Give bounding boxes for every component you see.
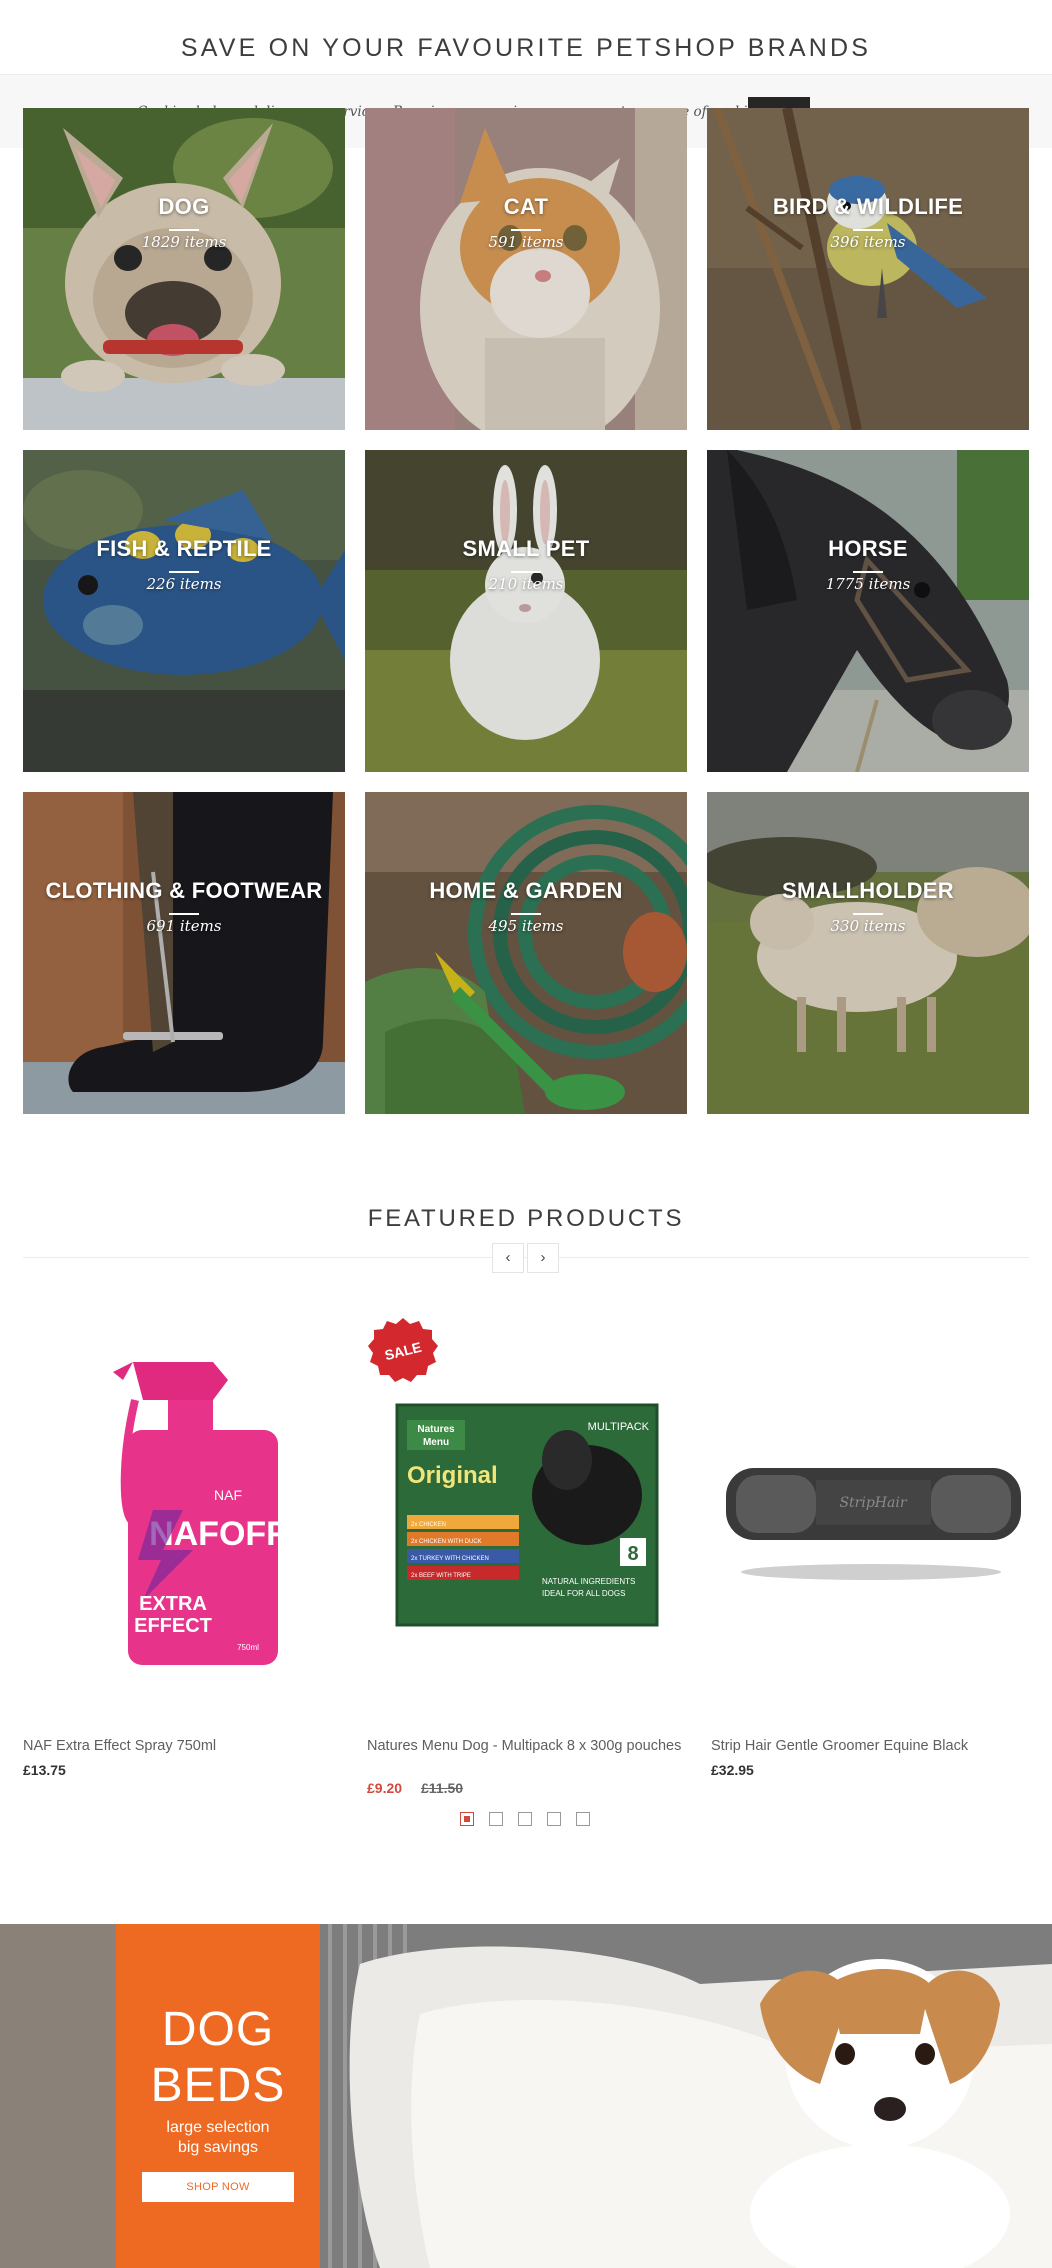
dog-beds-banner[interactable]: DOG BEDS large selection big savings SHO… xyxy=(0,1924,1052,2268)
banner-subtitle: big savings xyxy=(177,2139,259,2156)
category-separator xyxy=(169,229,199,231)
category-tile-cat[interactable]: CAT 591 items xyxy=(365,108,687,430)
svg-text:2x BEEF WITH TRIPE: 2x BEEF WITH TRIPE xyxy=(411,1573,471,1579)
category-tile-fish-reptile[interactable]: FISH & REPTILE 226 items xyxy=(23,450,345,772)
category-label: SMALLHOLDER xyxy=(782,878,954,903)
category-separator xyxy=(169,913,199,915)
carousel-dot-1[interactable] xyxy=(460,1812,474,1826)
category-separator xyxy=(511,571,541,573)
product-image: NAF NAFOFF EXTRA EFFECT 750ml xyxy=(113,1362,287,1665)
category-count: 495 items xyxy=(488,917,564,935)
carousel-prev-button[interactable]: ‹ xyxy=(492,1243,524,1273)
category-tile-horse[interactable]: HORSE 1775 items xyxy=(707,450,1029,772)
category-tile-bird-wildlife[interactable]: BIRD & WILDLIFE 396 items xyxy=(707,108,1029,430)
banner-promo-panel: DOG BEDS large selection big savings SHO… xyxy=(116,1924,320,2268)
category-separator xyxy=(169,571,199,573)
svg-text:750ml: 750ml xyxy=(237,1643,259,1652)
svg-text:Original: Original xyxy=(407,1462,498,1489)
category-count: 396 items xyxy=(830,233,906,251)
sale-badge-icon: SALE xyxy=(368,1318,438,1382)
category-tile-dog[interactable]: DOG 1829 items xyxy=(23,108,345,430)
svg-text:2x CHICKEN: 2x CHICKEN xyxy=(411,1522,446,1528)
category-label: DOG xyxy=(158,194,210,219)
svg-text:2x TURKEY WITH CHICKEN: 2x TURKEY WITH CHICKEN xyxy=(411,1556,489,1562)
svg-text:MULTIPACK: MULTIPACK xyxy=(588,1421,650,1433)
product-name[interactable]: Natures Menu Dog - Multipack 8 x 300g po… xyxy=(367,1737,692,1755)
brands-title: SAVE ON YOUR FAVOURITE PETSHOP BRANDS xyxy=(180,34,872,62)
category-separator xyxy=(853,571,883,573)
product-name[interactable]: NAF Extra Effect Spray 750ml xyxy=(23,1737,348,1755)
product-price: £32.95 xyxy=(711,1762,754,1778)
category-separator xyxy=(511,229,541,231)
category-separator xyxy=(853,229,883,231)
product-old-price: £11.50 xyxy=(421,1780,464,1796)
category-tile-home-garden[interactable]: HOME & GARDEN 495 items xyxy=(365,792,687,1114)
carousel-dot-2[interactable] xyxy=(489,1812,503,1826)
category-label: SMALL PET xyxy=(462,536,590,561)
banner-title: DOG xyxy=(161,2003,275,2056)
category-separator xyxy=(511,913,541,915)
svg-text:2x CHICKEN WITH DUCK: 2x CHICKEN WITH DUCK xyxy=(411,1539,482,1545)
category-count: 591 items xyxy=(488,233,564,251)
banner-title: BEDS xyxy=(150,2059,286,2112)
category-label: CAT xyxy=(503,194,549,219)
product-image: StripHair xyxy=(726,1468,1021,1580)
category-count: 691 items xyxy=(146,917,222,935)
svg-text:IDEAL FOR ALL DOGS: IDEAL FOR ALL DOGS xyxy=(542,1589,625,1598)
category-count: 1775 items xyxy=(825,575,911,593)
category-label: BIRD & WILDLIFE xyxy=(772,194,964,219)
svg-text:8: 8 xyxy=(627,1543,638,1565)
featured-divider xyxy=(23,1257,1029,1258)
banner-subtitle: large selection xyxy=(166,2119,270,2136)
category-count: 330 items xyxy=(830,917,906,935)
product-name[interactable]: Strip Hair Gentle Groomer Equine Black xyxy=(711,1737,1036,1755)
category-tile-clothing-footwear[interactable]: CLOTHING & FOOTWEAR 691 items xyxy=(23,792,345,1114)
category-tile-smallholder[interactable]: SMALLHOLDER 330 items xyxy=(707,792,1029,1114)
carousel-pagination xyxy=(0,1812,1052,1826)
svg-text:NATURAL INGREDIENTS: NATURAL INGREDIENTS xyxy=(542,1577,635,1586)
svg-text:Natures: Natures xyxy=(417,1424,455,1435)
carousel-next-button[interactable]: › xyxy=(527,1243,559,1273)
category-separator xyxy=(853,913,883,915)
svg-text:Menu: Menu xyxy=(423,1437,449,1448)
shop-now-button[interactable]: SHOP NOW xyxy=(142,2172,294,2202)
svg-text:StripHair: StripHair xyxy=(839,1495,907,1511)
category-count: 210 items xyxy=(488,575,564,593)
product-sale-price: £9.20 xyxy=(367,1780,403,1796)
svg-text:NAF: NAF xyxy=(214,1487,242,1503)
carousel-dot-3[interactable] xyxy=(518,1812,532,1826)
category-label: CLOTHING & FOOTWEAR xyxy=(45,878,323,903)
category-label: HOME & GARDEN xyxy=(429,878,623,903)
featured-title: FEATURED PRODUCTS xyxy=(367,1205,685,1232)
category-label: HORSE xyxy=(828,536,908,561)
product-price: £13.75 xyxy=(23,1762,66,1778)
svg-text:EXTRA: EXTRA xyxy=(139,1593,207,1615)
carousel-dot-4[interactable] xyxy=(547,1812,561,1826)
svg-text:EFFECT: EFFECT xyxy=(134,1615,212,1637)
carousel-dot-5[interactable] xyxy=(576,1812,590,1826)
category-tile-small-pet[interactable]: SMALL PET 210 items xyxy=(365,450,687,772)
category-count: 226 items xyxy=(146,575,222,593)
category-label: FISH & REPTILE xyxy=(96,536,272,561)
category-count: 1829 items xyxy=(141,233,227,251)
